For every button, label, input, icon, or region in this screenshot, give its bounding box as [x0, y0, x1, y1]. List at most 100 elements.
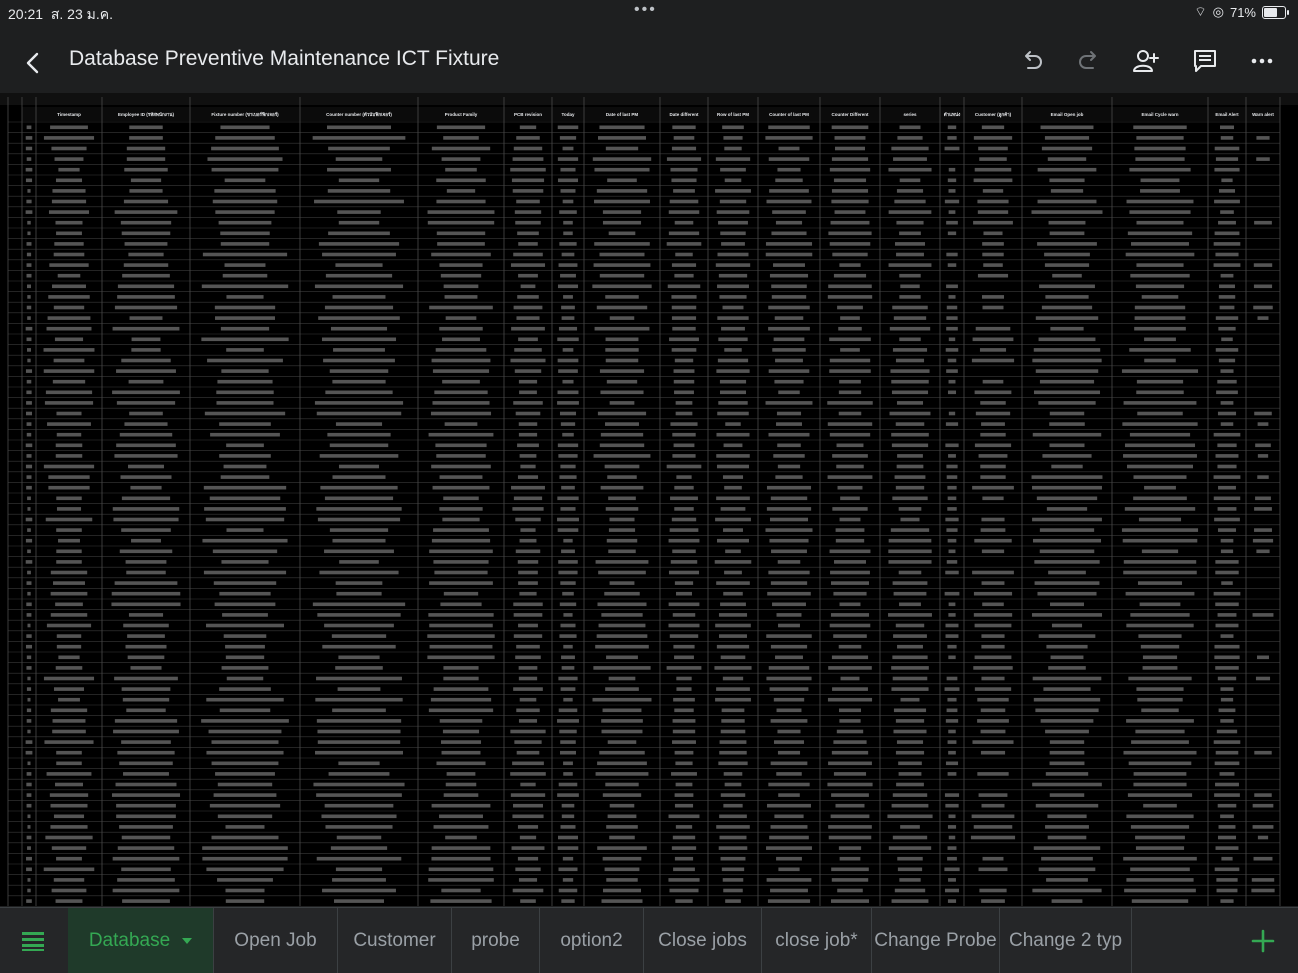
cell[interactable]	[1122, 538, 1198, 543]
cell[interactable]	[666, 464, 702, 469]
cell[interactable]	[120, 475, 172, 479]
cell[interactable]	[1126, 199, 1194, 204]
cell[interactable]	[114, 719, 178, 723]
cell[interactable]	[945, 570, 959, 575]
cell[interactable]	[518, 666, 538, 670]
cell[interactable]	[123, 772, 169, 776]
cell[interactable]	[725, 422, 741, 426]
cell[interactable]	[721, 719, 745, 723]
cell[interactable]	[1220, 634, 1234, 638]
cell[interactable]	[561, 899, 575, 903]
cell[interactable]	[516, 199, 540, 204]
cell[interactable]	[974, 443, 1012, 448]
cell[interactable]	[48, 210, 90, 214]
cell[interactable]	[899, 273, 921, 278]
cell[interactable]	[945, 623, 959, 628]
cell[interactable]	[675, 252, 693, 257]
cell[interactable]	[1220, 136, 1234, 140]
cell[interactable]	[720, 729, 746, 734]
cell[interactable]	[226, 528, 264, 532]
cell[interactable]	[768, 432, 810, 437]
cell[interactable]	[427, 655, 495, 660]
cell[interactable]	[948, 454, 956, 458]
cell[interactable]	[26, 199, 32, 204]
cell[interactable]	[1143, 803, 1177, 808]
cell[interactable]	[47, 316, 91, 320]
cell[interactable]	[724, 485, 742, 490]
cell[interactable]	[597, 602, 647, 607]
cell[interactable]	[828, 835, 872, 840]
cell[interactable]	[1134, 305, 1186, 310]
cell[interactable]	[1039, 379, 1095, 384]
cell[interactable]	[1041, 856, 1093, 861]
cell[interactable]	[27, 729, 31, 734]
cell[interactable]	[599, 273, 645, 278]
cell[interactable]	[557, 517, 579, 522]
cell[interactable]	[203, 570, 287, 575]
cell[interactable]	[1137, 581, 1183, 585]
cell[interactable]	[716, 644, 750, 649]
cell[interactable]	[316, 719, 402, 723]
cell[interactable]	[27, 591, 31, 596]
cell[interactable]	[25, 326, 33, 331]
cell[interactable]	[947, 390, 957, 395]
cell[interactable]	[978, 867, 1008, 872]
cell[interactable]	[1032, 517, 1102, 522]
cell[interactable]	[202, 846, 288, 850]
cell[interactable]	[1129, 432, 1191, 437]
sheet-tab-close-job[interactable]: close job*	[762, 908, 872, 973]
cell[interactable]	[1141, 708, 1179, 713]
cell[interactable]	[436, 178, 486, 183]
back-button[interactable]	[18, 48, 48, 78]
cell[interactable]	[1039, 528, 1095, 532]
cell[interactable]	[58, 697, 80, 702]
cell[interactable]	[44, 401, 94, 405]
cell[interactable]	[123, 623, 169, 628]
cell[interactable]	[436, 199, 486, 204]
cell[interactable]	[111, 602, 181, 607]
cell[interactable]	[981, 581, 1005, 585]
sheet-tab-open-job[interactable]: Open Job	[214, 908, 338, 973]
cell[interactable]	[560, 189, 576, 193]
cell[interactable]	[1133, 782, 1187, 787]
cell[interactable]	[721, 708, 745, 713]
cell[interactable]	[26, 899, 32, 903]
cell[interactable]	[605, 782, 639, 787]
cell[interactable]	[1050, 326, 1084, 331]
cell[interactable]	[981, 676, 1005, 681]
cell[interactable]	[947, 697, 957, 702]
add-sheet-button[interactable]	[1228, 908, 1298, 973]
cell[interactable]	[558, 676, 578, 681]
cell[interactable]	[894, 199, 926, 204]
cell[interactable]	[769, 687, 809, 691]
cell[interactable]	[1052, 273, 1082, 278]
cell[interactable]	[1220, 687, 1234, 691]
cell[interactable]	[56, 644, 82, 649]
cell[interactable]	[26, 793, 32, 797]
cell[interactable]	[513, 305, 543, 310]
cell[interactable]	[121, 528, 171, 532]
cell[interactable]	[338, 761, 380, 766]
cell[interactable]	[668, 210, 700, 214]
cell[interactable]	[670, 422, 698, 426]
cell[interactable]	[1032, 888, 1102, 893]
cell[interactable]	[517, 560, 539, 564]
cell[interactable]	[597, 761, 647, 766]
cell[interactable]	[26, 401, 32, 405]
cell[interactable]	[1038, 401, 1096, 405]
cell[interactable]	[715, 697, 751, 702]
cell[interactable]	[947, 178, 957, 183]
cell[interactable]	[827, 295, 873, 299]
cell[interactable]	[1218, 708, 1236, 713]
cell[interactable]	[831, 125, 869, 130]
cell[interactable]	[605, 348, 639, 352]
cell[interactable]	[313, 782, 405, 787]
cell[interactable]	[518, 273, 538, 278]
cell[interactable]	[557, 157, 579, 161]
multitasking-dots-icon[interactable]: •••	[634, 1, 657, 19]
cell[interactable]	[671, 517, 697, 522]
cell[interactable]	[562, 348, 574, 352]
cell[interactable]	[974, 167, 1012, 172]
cell[interactable]	[218, 220, 272, 225]
cell[interactable]	[119, 825, 173, 829]
